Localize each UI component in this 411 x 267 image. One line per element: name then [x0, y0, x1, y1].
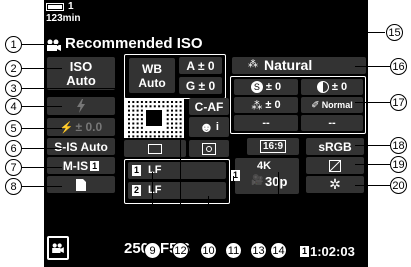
remaining-slot: 1	[300, 246, 310, 257]
saturation-icon: ⁂	[251, 99, 263, 112]
saturation-value: ± 0	[265, 99, 281, 111]
picture-mode-setting[interactable]: ⁂ Natural	[232, 57, 366, 74]
rec-slot-2[interactable]: 2 LF	[128, 182, 226, 199]
callout-10: 10	[200, 242, 217, 259]
saturation-setting[interactable]: ⁂ ± 0	[234, 97, 298, 113]
shots-count: 1	[68, 1, 74, 12]
wb-setting[interactable]: WB Auto	[129, 58, 175, 93]
contrast-setting[interactable]: ± 0	[301, 79, 363, 95]
still-stabilizer-label: M-IS	[62, 158, 89, 173]
callout-4: 4	[5, 98, 22, 115]
flash-comp-icon: ⚡	[59, 121, 74, 134]
aspect-setting[interactable]: 16:9	[247, 138, 299, 155]
mode-title: Recommended ISO	[65, 35, 203, 52]
sharpness-value: ± 0	[265, 81, 282, 93]
rec-slot-2-num: 2	[132, 185, 142, 196]
filter-setting[interactable]: --	[234, 115, 298, 131]
callout-5: 5	[5, 120, 22, 137]
movie-quality-setting[interactable]: 1 4K 🎥 30p	[231, 158, 299, 194]
face-priority-icon: ☻	[199, 119, 214, 135]
callout-14: 14	[270, 242, 287, 259]
sharpness-icon: S	[250, 81, 263, 93]
rec-slot-1[interactable]: 1 LF	[128, 162, 226, 179]
battery-icon	[46, 3, 64, 11]
callout-13: 13	[250, 242, 267, 259]
callout-12: 12	[172, 242, 189, 259]
gradation-icon: ✐	[311, 99, 320, 111]
callout-17: 17	[390, 94, 407, 111]
af-target-area[interactable]	[124, 98, 184, 138]
focus-mode[interactable]: C-AF	[189, 98, 229, 115]
iso-setting[interactable]: ISO Auto	[47, 57, 115, 90]
card-icon	[76, 178, 86, 191]
callout-3: 3	[5, 80, 22, 97]
still-stabilizer-num: 1	[90, 160, 100, 171]
callout-7: 7	[5, 159, 22, 176]
wb-a-value[interactable]: A ± 0	[179, 57, 222, 74]
callout-6: 6	[5, 140, 22, 157]
iso-value: Auto	[66, 72, 96, 88]
video-stabilizer[interactable]: S-IS Auto	[47, 138, 115, 155]
picture-mode-value: Natural	[264, 57, 313, 73]
metering-icon	[202, 142, 216, 155]
single-frame-icon	[148, 143, 162, 154]
face-priority-value: i	[215, 121, 219, 133]
drive-mode[interactable]	[124, 140, 186, 157]
af-grid-icon	[128, 101, 182, 138]
callout-8: 8	[5, 178, 22, 195]
rec-slot-1-quality: LF	[148, 164, 162, 176]
gear-icon: ✲	[329, 176, 341, 192]
picture-mode-icon: ⁂	[248, 59, 258, 70]
movie-quality-fps: 30p	[265, 174, 288, 189]
wb-label: WB	[142, 61, 162, 76]
movie-icon: 🎥	[251, 175, 264, 186]
wb-g-value[interactable]: G ± 0	[179, 77, 222, 94]
card-setting[interactable]	[47, 176, 115, 193]
aspect-value: 16:9	[259, 140, 286, 153]
tone-setting[interactable]: --	[301, 115, 363, 131]
flash-comp-value: ± 0.0	[75, 120, 103, 134]
flash-comp-setting[interactable]: ⚡ ± 0.0	[47, 118, 115, 136]
flash-icon	[77, 99, 85, 113]
movie-quality-res: 4K	[257, 160, 272, 172]
callout-15: 15	[386, 24, 403, 41]
callout-19: 19	[390, 156, 407, 173]
contrast-icon	[316, 81, 329, 93]
face-priority-setting[interactable]: ☻ i	[189, 117, 229, 137]
movie-mode-badge	[47, 236, 69, 260]
callout-20: 20	[390, 177, 407, 194]
record-time: 123min	[46, 13, 81, 24]
contrast-value: ± 0	[331, 81, 348, 93]
color-space-setting[interactable]: sRGB	[306, 138, 364, 155]
metering-mode[interactable]	[189, 140, 229, 157]
highlight-shadow-setting[interactable]	[306, 157, 364, 174]
gradation-value: Normal	[321, 100, 353, 110]
callout-11: 11	[225, 242, 242, 259]
callout-18: 18	[390, 137, 407, 154]
callout-1: 1	[5, 36, 22, 53]
gradation-setting[interactable]: ✐ Normal	[301, 97, 363, 113]
highlight-shadow-icon	[329, 159, 341, 172]
remaining-time: 1:02:03	[310, 244, 355, 259]
camera-control-screen: 1 123min Recommended ISO ISO Auto WB Aut…	[44, 0, 368, 267]
wb-value: Auto	[138, 75, 166, 90]
callout-9: 9	[144, 242, 161, 259]
rec-slot-1-num: 1	[132, 165, 142, 176]
still-stabilizer[interactable]: M-IS 1	[47, 157, 115, 174]
callout-2: 2	[5, 60, 22, 77]
callout-16: 16	[390, 58, 407, 75]
iso-label: ISO	[69, 58, 93, 74]
sharpness-setting[interactable]: S ± 0	[234, 79, 298, 95]
rec-slot-2-quality: LF	[148, 184, 162, 196]
